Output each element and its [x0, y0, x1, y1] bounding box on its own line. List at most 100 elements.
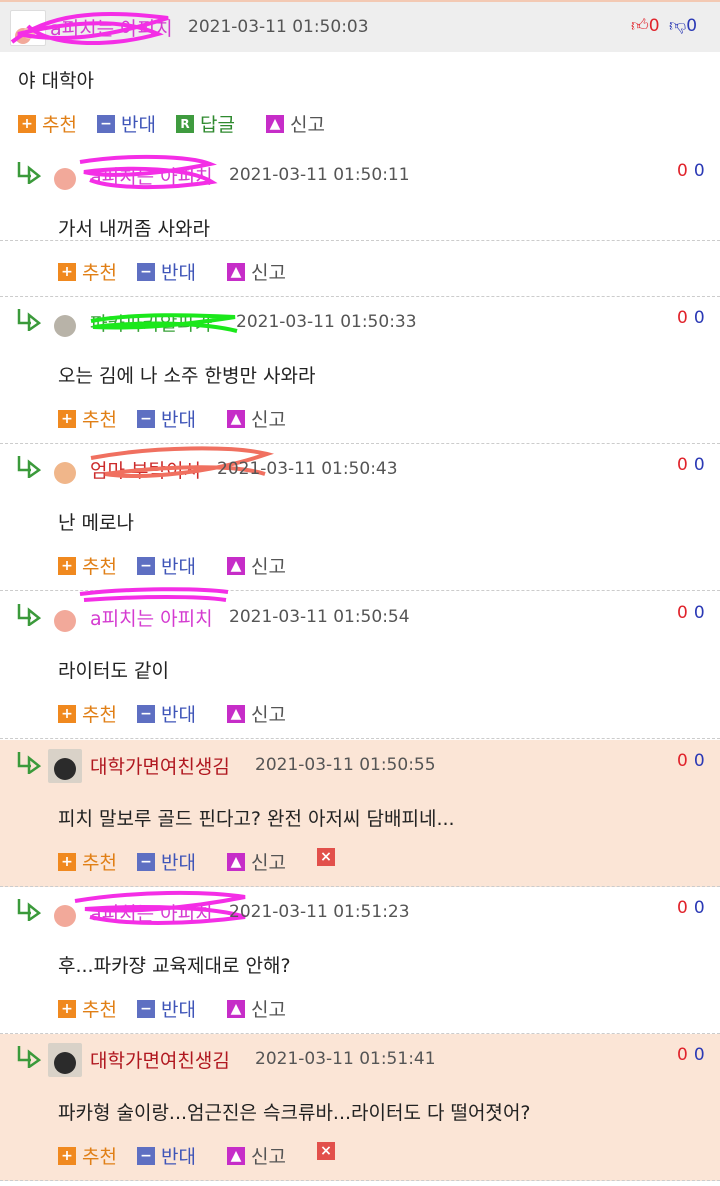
vote-counts: 00 — [677, 308, 705, 328]
report-button[interactable]: ▲ 신고 — [227, 258, 286, 285]
reply-comment: 대학가면여친생김 2021-03-11 01:50:55 0 0 피치 말보루 골드 핀… — [0, 740, 720, 887]
reply-comment: 대학가면여친생김 2021-03-11 01:51:41 0 0 파카형 술이랑...엄… — [0, 1034, 720, 1181]
avatar[interactable] — [48, 453, 82, 487]
minus-icon: − — [137, 1146, 155, 1165]
reply-arrow-icon — [16, 1044, 42, 1070]
scribble-overlay — [60, 586, 240, 630]
comment-body: 오는 김에 나 소주 한병만 사와라 — [58, 365, 316, 387]
down-count: 0 — [693, 898, 705, 918]
vote-counts: 00 — [677, 898, 705, 918]
reply-comment: a피치는 아피치 2021-03-11 01:50:11 0 0 가서 내꺼좀 사와라 +… — [0, 150, 720, 297]
vote-counts: 00 — [677, 1045, 705, 1065]
minus-icon: − — [137, 409, 155, 428]
minus-icon: − — [137, 556, 155, 575]
reply-arrow-icon — [16, 454, 42, 480]
report-button[interactable]: ▲ 신고 — [227, 405, 286, 432]
close-icon: × — [317, 848, 335, 866]
vote-counts: 00 — [677, 455, 705, 475]
oppose-button[interactable]: − 반대 — [137, 1142, 196, 1169]
oppose-button[interactable]: − 반대 — [137, 552, 196, 579]
comment-date: 2021-03-11 01:50:43 — [217, 459, 398, 479]
comment-date: 2021-03-11 01:50:33 — [236, 312, 417, 332]
nickname[interactable]: 대학가면여친생김 — [90, 752, 230, 779]
minus-icon: − — [137, 852, 155, 871]
comment-date: 2021-03-11 01:50:11 — [229, 165, 410, 185]
oppose-button[interactable]: − 반대 — [137, 700, 196, 727]
avatar[interactable] — [48, 306, 82, 340]
recommend-button[interactable]: + 추천 — [58, 700, 117, 727]
siren-icon: ▲ — [227, 999, 245, 1018]
siren-icon: ▲ — [266, 114, 284, 133]
vote-counts: 00 — [677, 161, 705, 181]
up-count: 0 — [677, 1045, 688, 1065]
comment-date: 2021-03-11 01:51:23 — [229, 902, 410, 922]
reply-comment: 파카파카알파카 2021-03-11 01:50:33 0 0 오는 김에 나 소주 한… — [0, 297, 720, 444]
plus-icon: + — [58, 852, 76, 871]
comment-body: 야 대학아 — [18, 70, 94, 92]
up-count: 0 — [677, 308, 688, 328]
minus-icon: − — [137, 262, 155, 281]
oppose-button[interactable]: − 반대 — [137, 405, 196, 432]
up-count: 0 — [677, 161, 688, 181]
oppose-button[interactable]: − 반대 — [137, 848, 196, 875]
plus-icon: + — [18, 114, 36, 133]
oppose-button[interactable]: − 반대 — [137, 258, 196, 285]
up-count: 0 — [677, 898, 688, 918]
plus-icon: + — [58, 999, 76, 1018]
down-count: 0 — [693, 751, 705, 771]
recommend-button[interactable]: + 추천 — [58, 848, 117, 875]
reply-comment: 엄마 부탁이시 2021-03-11 01:50:43 0 0 난 메로나 + 추천 − 반대 ▲… — [0, 444, 720, 591]
oppose-button[interactable]: − 반대 — [137, 995, 196, 1022]
vote-counts: 👍︎0 👎︎0 — [631, 15, 697, 36]
scribble-overlay — [55, 887, 255, 935]
recommend-button[interactable]: + 추천 — [18, 110, 77, 137]
comment-body: 파카형 술이랑...엄근진은 슥크류바...라이터도 다 떨어졋어? — [58, 1102, 531, 1124]
reply-button[interactable]: R 답글 — [176, 110, 235, 137]
recommend-button[interactable]: + 추천 — [58, 258, 117, 285]
recommend-button[interactable]: + 추천 — [58, 1142, 117, 1169]
scribble-overlay — [50, 152, 220, 196]
comment-body: 라이터도 같이 — [58, 660, 169, 682]
comment-body: 난 메로나 — [58, 512, 134, 534]
siren-icon: ▲ — [227, 852, 245, 871]
report-button[interactable]: ▲ 신고 — [227, 700, 286, 727]
down-count: 0 — [693, 1045, 705, 1065]
plus-icon: + — [58, 556, 76, 575]
plus-icon: + — [58, 409, 76, 428]
recommend-button[interactable]: + 추천 — [58, 552, 117, 579]
down-count: 0 — [693, 603, 705, 623]
report-button[interactable]: ▲ 신고 — [266, 110, 325, 137]
comment-date: 2021-03-11 01:50:03 — [188, 17, 369, 37]
up-count: 0 — [677, 455, 688, 475]
avatar[interactable] — [48, 749, 82, 783]
reply-arrow-icon — [16, 750, 42, 776]
recommend-button[interactable]: + 추천 — [58, 995, 117, 1022]
delete-button[interactable]: × — [317, 1142, 335, 1160]
siren-icon: ▲ — [227, 409, 245, 428]
comment-body: 가서 내꺼좀 사와라 — [58, 218, 210, 240]
down-count: 0 — [686, 16, 698, 36]
oppose-button[interactable]: − 반대 — [97, 110, 156, 137]
up-count: 0 — [648, 16, 660, 36]
minus-icon: − — [137, 999, 155, 1018]
comment-date: 2021-03-11 01:50:54 — [229, 607, 410, 627]
report-button[interactable]: ▲ 신고 — [227, 1142, 286, 1169]
recommend-button[interactable]: + 추천 — [58, 405, 117, 432]
delete-button[interactable]: × — [317, 848, 335, 866]
plus-icon: + — [58, 1146, 76, 1165]
thumbs-down-icon[interactable]: 👎︎ — [669, 16, 686, 36]
nickname[interactable]: 대학가면여친생김 — [90, 1046, 230, 1073]
thumbs-up-icon[interactable]: 👍︎ — [631, 16, 649, 36]
close-icon: × — [317, 1142, 335, 1160]
report-button[interactable]: ▲ 신고 — [227, 995, 286, 1022]
comment-body: 후...파카쟝 교육제대로 안해? — [58, 955, 291, 977]
comment-date: 2021-03-11 01:51:41 — [255, 1049, 436, 1069]
down-count: 0 — [693, 161, 705, 181]
siren-icon: ▲ — [227, 1146, 245, 1165]
report-button[interactable]: ▲ 신고 — [227, 848, 286, 875]
report-button[interactable]: ▲ 신고 — [227, 552, 286, 579]
reply-comment: a피치는 아피치 2021-03-11 01:50:54 0 0 라이터도 같이 + 추천 −… — [0, 587, 720, 739]
avatar[interactable] — [48, 1043, 82, 1077]
down-count: 0 — [693, 308, 705, 328]
plus-icon: + — [58, 262, 76, 281]
